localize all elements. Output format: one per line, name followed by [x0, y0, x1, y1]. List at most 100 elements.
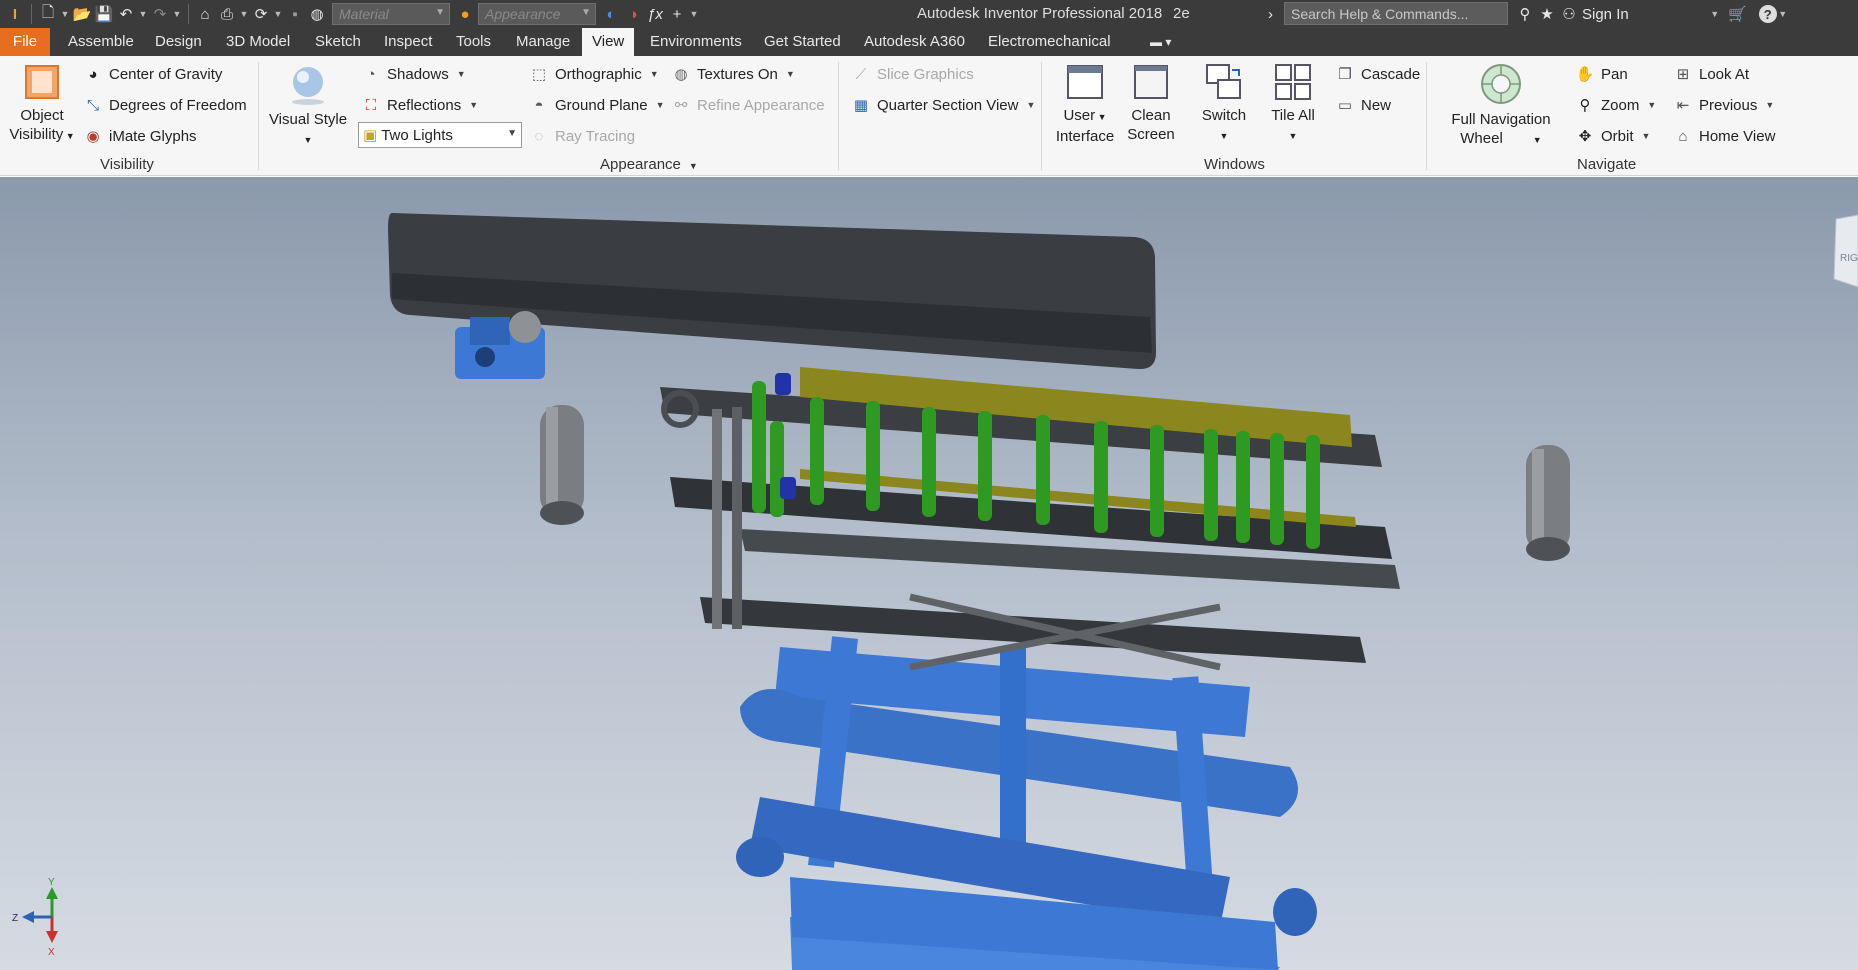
imate-glyphs-button[interactable]: ◉ iMate Glyphs — [82, 124, 196, 148]
tile-all-button[interactable]: Tile All ▼ — [1260, 62, 1326, 146]
ray-tracing-button[interactable]: ◌ Ray Tracing — [528, 124, 636, 148]
graphics-viewport[interactable]: Y Z X RIG — [0, 177, 1858, 970]
full-navigation-wheel-button[interactable]: Full Navigation Wheel ▼ — [1436, 62, 1566, 150]
user-icon[interactable]: ⚇ — [1558, 3, 1580, 25]
windows-panel-label: Windows — [1204, 156, 1265, 173]
material-select[interactable]: Material ▼ — [332, 3, 450, 25]
new-window-button[interactable]: ▭ New — [1334, 93, 1391, 117]
update-icon[interactable]: ⟳ — [250, 3, 272, 25]
expand-arrow-icon[interactable]: › — [1268, 3, 1273, 25]
app-logo-icon[interactable]: I — [4, 3, 26, 25]
clean-screen-button[interactable]: Clean Screen — [1118, 62, 1184, 144]
zoom-button[interactable]: ⚲ Zoom ▼ — [1574, 93, 1657, 117]
tab-electromechanical[interactable]: Electromechanical — [978, 28, 1121, 56]
update-dropdown-icon[interactable]: ▼ — [272, 3, 284, 25]
print-icon[interactable]: ⎙ — [216, 3, 238, 25]
quick-access-toolbar: I 🗋 ▼ 📂 💾 ↶ ▼ ↷ ▼ ⌂ ⎙ ▼ ⟳ ▼ ▪ ◍ Material… — [4, 3, 700, 25]
assembly-model[interactable]: Y Z X RIG — [0, 177, 1858, 970]
lighting-style-select[interactable]: ▣ Two Lights ▼ — [358, 122, 522, 148]
appearance-select[interactable]: Appearance ▼ — [478, 3, 596, 25]
center-of-gravity-button[interactable]: ◕ Center of Gravity — [82, 62, 222, 86]
adjust-appearance-icon[interactable]: ◐ — [600, 3, 622, 25]
orthographic-button[interactable]: ⬚ Orthographic ▼ — [528, 62, 659, 86]
tile-all-icon — [1275, 64, 1311, 100]
new-file-icon[interactable]: 🗋 — [37, 3, 59, 25]
lighting-icon: ▣ — [363, 127, 378, 144]
cascade-button[interactable]: ❐ Cascade — [1334, 62, 1420, 86]
reflections-button[interactable]: ⛶ Reflections ▼ — [360, 93, 478, 117]
visual-style-button[interactable]: Visual Style ▼ — [268, 62, 348, 150]
axis-x-label: X — [48, 947, 55, 958]
user-interface-button[interactable]: User ▼ Interface — [1050, 62, 1120, 146]
home-icon[interactable]: ⌂ — [194, 3, 216, 25]
sign-in-dropdown-icon[interactable]: ▼ — [1709, 3, 1721, 25]
viewcube-face-label: RIG — [1840, 253, 1858, 264]
gear-motor[interactable] — [455, 311, 545, 379]
print-dropdown-icon[interactable]: ▼ — [238, 3, 250, 25]
tab-sketch[interactable]: Sketch — [305, 28, 371, 56]
object-visibility-button[interactable]: Object Visibility ▼ — [6, 62, 78, 146]
orbit-button[interactable]: ✥ Orbit ▼ — [1574, 124, 1651, 148]
tab-inspect[interactable]: Inspect — [374, 28, 442, 56]
home-view-button[interactable]: ⌂ Home View — [1672, 124, 1775, 148]
select-icon[interactable]: ▪ — [284, 3, 306, 25]
pan-hand-icon: ✋ — [1575, 66, 1595, 83]
navigate-panel-label: Navigate — [1577, 156, 1637, 173]
binoculars-icon[interactable]: ⚲ — [1514, 3, 1536, 25]
navigation-wheel-icon — [1481, 64, 1521, 104]
pan-button[interactable]: ✋ Pan — [1574, 62, 1628, 86]
refine-appearance-button[interactable]: ⚯ Refine Appearance — [670, 93, 825, 117]
previous-view-button[interactable]: ⇤ Previous ▼ — [1672, 93, 1775, 117]
globe-icon[interactable]: ◍ — [306, 3, 328, 25]
help-dropdown-icon[interactable]: ▼ — [1777, 3, 1789, 25]
clear-appearance-icon[interactable]: ◑ — [622, 3, 644, 25]
quarter-section-view-button[interactable]: ▦ Quarter Section View ▼ — [850, 93, 1035, 117]
add-icon[interactable]: + — [666, 3, 688, 25]
search-input[interactable]: Search Help & Commands... — [1284, 2, 1508, 25]
viewcube[interactable]: RIG — [1833, 214, 1858, 288]
tab-get-started[interactable]: Get Started — [754, 28, 851, 56]
left-drum-roller[interactable] — [540, 405, 584, 525]
tab-overflow-icon[interactable]: ▬ ▾ — [1140, 28, 1181, 56]
tab-file[interactable]: File — [0, 28, 50, 56]
tab-design[interactable]: Design — [145, 28, 212, 56]
sign-in-link[interactable]: Sign In — [1582, 6, 1629, 23]
new-dropdown-icon[interactable]: ▼ — [59, 3, 71, 25]
look-at-button[interactable]: ⊞ Look At — [1672, 62, 1749, 86]
axis-y-label: Y — [48, 877, 55, 888]
star-icon[interactable]: ★ — [1536, 3, 1558, 25]
tab-tools[interactable]: Tools — [446, 28, 501, 56]
tab-3d-model[interactable]: 3D Model — [216, 28, 300, 56]
function-icon[interactable]: ƒx — [644, 3, 666, 25]
orbit-icon: ✥ — [1578, 128, 1592, 145]
customize-dropdown-icon[interactable]: ▼ — [688, 3, 700, 25]
appearance-panel-label[interactable]: Appearance ▼ — [600, 156, 698, 173]
tab-environments[interactable]: Environments — [640, 28, 752, 56]
switch-button[interactable]: Switch ▼ — [1192, 62, 1256, 146]
tab-assemble[interactable]: Assemble — [58, 28, 144, 56]
panel-separator — [258, 62, 259, 170]
right-drum-roller[interactable] — [1526, 445, 1570, 561]
save-icon[interactable]: 💾 — [93, 3, 115, 25]
open-folder-icon[interactable]: 📂 — [71, 3, 93, 25]
textures-on-button[interactable]: ◍ Textures On ▼ — [670, 62, 794, 86]
color-wheel-icon[interactable]: ● — [454, 3, 476, 25]
blue-lower-frame[interactable] — [736, 636, 1317, 970]
tab-manage[interactable]: Manage — [506, 28, 580, 56]
shadows-button[interactable]: ◔ Shadows ▼ — [360, 62, 465, 86]
orthographic-icon: ⬚ — [531, 66, 547, 83]
look-at-icon: ⊞ — [1676, 66, 1690, 83]
degrees-of-freedom-button[interactable]: ⤡ Degrees of Freedom — [82, 93, 247, 117]
redo-icon[interactable]: ↷ — [149, 3, 171, 25]
redo-dropdown-icon[interactable]: ▼ — [171, 3, 183, 25]
cart-icon[interactable]: 🛒 — [1727, 3, 1749, 25]
help-icon[interactable]: ? — [1758, 5, 1777, 23]
undo-dropdown-icon[interactable]: ▼ — [137, 3, 149, 25]
ground-plane-button[interactable]: ◓ Ground Plane ▼ — [528, 93, 664, 117]
slice-graphics-icon: ⟋ — [855, 65, 867, 83]
slice-graphics-button[interactable]: ⟋ Slice Graphics — [850, 62, 974, 86]
tab-view[interactable]: View — [582, 28, 635, 56]
tab-autodesk-a360[interactable]: Autodesk A360 — [854, 28, 975, 56]
reflections-icon: ⛶ — [365, 96, 377, 114]
undo-icon[interactable]: ↶ — [115, 3, 137, 25]
